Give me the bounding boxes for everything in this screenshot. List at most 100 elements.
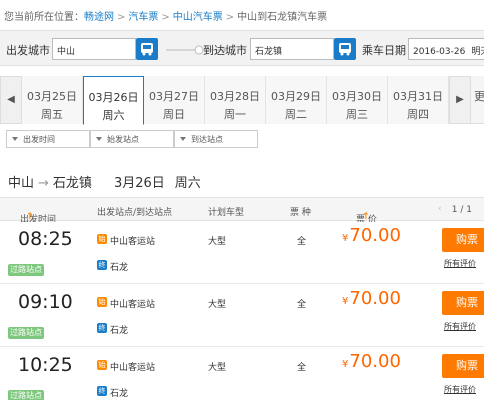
- sort-up-icon: ↑: [362, 212, 370, 222]
- origin-station: 中山客运站: [110, 300, 156, 310]
- date-tab[interactable]: 03月29日 周二: [266, 76, 327, 124]
- date-tab-date: 03月30日: [332, 90, 382, 103]
- date-tab-weekday: 周五: [41, 108, 63, 121]
- breadcrumb-link-home[interactable]: 畅途网: [84, 12, 114, 23]
- header-model: 计划车型: [208, 208, 245, 218]
- date-tab-weekday: 周一: [224, 108, 246, 121]
- filter-label: 出发时间: [23, 135, 55, 144]
- departure-time-filter[interactable]: 出发时间: [6, 130, 90, 148]
- breadcrumb: 您当前所在位置：畅途网 > 汽车票 > 中山汽车票 > 中山到石龙镇汽车票: [0, 0, 484, 28]
- from-city-label: 出发城市: [6, 44, 50, 57]
- header-ticket-type: 票 种: [290, 208, 311, 218]
- ticket-price: ¥70.00: [342, 351, 401, 372]
- reviews-link[interactable]: 所有评价: [444, 258, 476, 269]
- destination-station: 石龙: [110, 389, 129, 399]
- bus-model: 大型: [208, 300, 227, 310]
- date-strip: ◀ 03月25日 周五 03月26日 周六 03月27日 周日 03月28日 周一 03…: [0, 76, 484, 125]
- date-tab[interactable]: 03月25日 周五: [22, 76, 83, 124]
- date-label: 乘车日期: [362, 44, 406, 57]
- date-value: 2016-03-26: [413, 47, 466, 57]
- bus-model: 大型: [208, 363, 227, 373]
- breadcrumb-link-zhongshan[interactable]: 中山汽车票: [173, 12, 223, 23]
- caret-down-icon: [12, 137, 18, 141]
- breadcrumb-separator: >: [161, 12, 170, 23]
- destination-station: 石龙: [110, 326, 129, 336]
- date-tab-date: 03月27日: [149, 90, 199, 103]
- table-row: 09:10 过路站点 始 中山客运站 终 石龙 大型 全 ¥70.00 购票 所…: [0, 285, 484, 347]
- table-row: 10:25 过路站点 始 中山客运站 终 石龙 大型 全 ¥70.00 购票 所…: [0, 348, 484, 400]
- breadcrumb-separator: >: [117, 12, 126, 23]
- more-dates-label[interactable]: 更: [474, 88, 484, 104]
- reviews-link[interactable]: 所有评价: [444, 384, 476, 395]
- price-amount: 70.00: [349, 288, 401, 309]
- ticket-type: 全: [297, 363, 307, 373]
- filter-label: 到达站点: [191, 135, 223, 144]
- destination-station: 石龙: [110, 263, 129, 273]
- route-weekday: 周六: [174, 176, 201, 191]
- date-tab-weekday: 周四: [407, 108, 429, 121]
- route-heading: 中山 → 石龙镇 3月26日 周六: [8, 172, 201, 191]
- bus-model: 大型: [208, 237, 227, 247]
- breadcrumb-link-bus-tickets[interactable]: 汽车票: [128, 12, 158, 23]
- origin-icon: 始: [97, 297, 107, 307]
- date-tab-date: 03月28日: [210, 90, 260, 103]
- date-tab-date: 03月25日: [27, 90, 77, 103]
- date-tab[interactable]: 03月30日 周三: [327, 76, 388, 124]
- breadcrumb-separator: >: [225, 12, 235, 23]
- currency-symbol: ¥: [342, 233, 349, 244]
- prev-page-icon[interactable]: ‹: [438, 204, 442, 214]
- departure-time: 08:25: [18, 228, 73, 250]
- route-from: 中山: [8, 176, 35, 191]
- date-tab-weekday: 周三: [346, 108, 368, 121]
- bus-icon[interactable]: [334, 38, 356, 60]
- pager: 1 / 1: [451, 205, 472, 215]
- stopover-tag: 过路站点: [8, 390, 44, 400]
- next-dates-button[interactable]: ▶: [449, 76, 471, 124]
- destination-icon: 终: [97, 323, 107, 333]
- buy-ticket-button[interactable]: 购票: [442, 228, 484, 252]
- date-input[interactable]: 2016-03-26 明天: [408, 38, 484, 60]
- ticket-price: ¥70.00: [342, 225, 401, 246]
- breadcrumb-current: 中山到石龙镇汽车票: [237, 12, 328, 23]
- stopover-tag: 过路站点: [8, 264, 44, 276]
- origin-station: 中山客运站: [110, 237, 156, 247]
- currency-symbol: ¥: [342, 296, 349, 307]
- departure-time: 09:10: [18, 291, 73, 313]
- price-amount: 70.00: [349, 351, 401, 372]
- filter-label: 始发站点: [107, 135, 139, 144]
- bus-icon[interactable]: [136, 38, 158, 60]
- ticket-type: 全: [297, 237, 307, 247]
- table-header: 出发时间 ↑ 出发站点/到达站点 计划车型 票 种 票 价 ↑ ‹ 1 / 1: [0, 197, 484, 225]
- date-hint: 明天: [471, 47, 484, 57]
- buy-ticket-button[interactable]: 购票: [442, 291, 484, 315]
- to-city-input[interactable]: 石龙镇: [250, 38, 334, 60]
- date-tab-active[interactable]: 03月26日 周六: [83, 76, 144, 125]
- date-tab-date: 03月26日: [88, 91, 139, 104]
- arrival-station-filter[interactable]: 到达站点: [174, 130, 258, 148]
- route-date: 3月26日: [113, 176, 165, 191]
- from-city-input[interactable]: 中山: [52, 38, 136, 60]
- origin-icon: 始: [97, 234, 107, 244]
- chevron-right-icon: ▶: [456, 94, 464, 105]
- date-tab[interactable]: 03月28日 周一: [205, 76, 266, 124]
- route-to: 石龙镇: [52, 176, 92, 191]
- reviews-link[interactable]: 所有评价: [444, 321, 476, 332]
- origin-station-filter[interactable]: 始发站点: [90, 130, 174, 148]
- date-tab-weekday: 周二: [285, 108, 307, 121]
- prev-dates-button[interactable]: ◀: [0, 76, 22, 124]
- search-bar: 出发城市 中山 到达城市 石龙镇 乘车日期 2016-03-26 明天: [0, 30, 484, 66]
- to-city-label: 到达城市: [203, 44, 247, 57]
- price-amount: 70.00: [349, 225, 401, 246]
- date-tab-date: 03月31日: [393, 90, 443, 103]
- ticket-type: 全: [297, 300, 307, 310]
- stopover-tag: 过路站点: [8, 327, 44, 339]
- buy-ticket-button[interactable]: 购票: [442, 354, 484, 378]
- date-tab-weekday: 周六: [102, 109, 125, 122]
- date-tab-date: 03月29日: [271, 90, 321, 103]
- origin-station: 中山客运站: [110, 363, 156, 373]
- header-stations: 出发站点/到达站点: [97, 208, 173, 218]
- date-tab[interactable]: 03月27日 周日: [144, 76, 205, 124]
- table-row: 08:25 过路站点 始 中山客运站 终 石龙 大型 全 ¥70.00 购票 所…: [0, 222, 484, 284]
- date-tab[interactable]: 03月31日 周四: [388, 76, 449, 124]
- origin-icon: 始: [97, 360, 107, 370]
